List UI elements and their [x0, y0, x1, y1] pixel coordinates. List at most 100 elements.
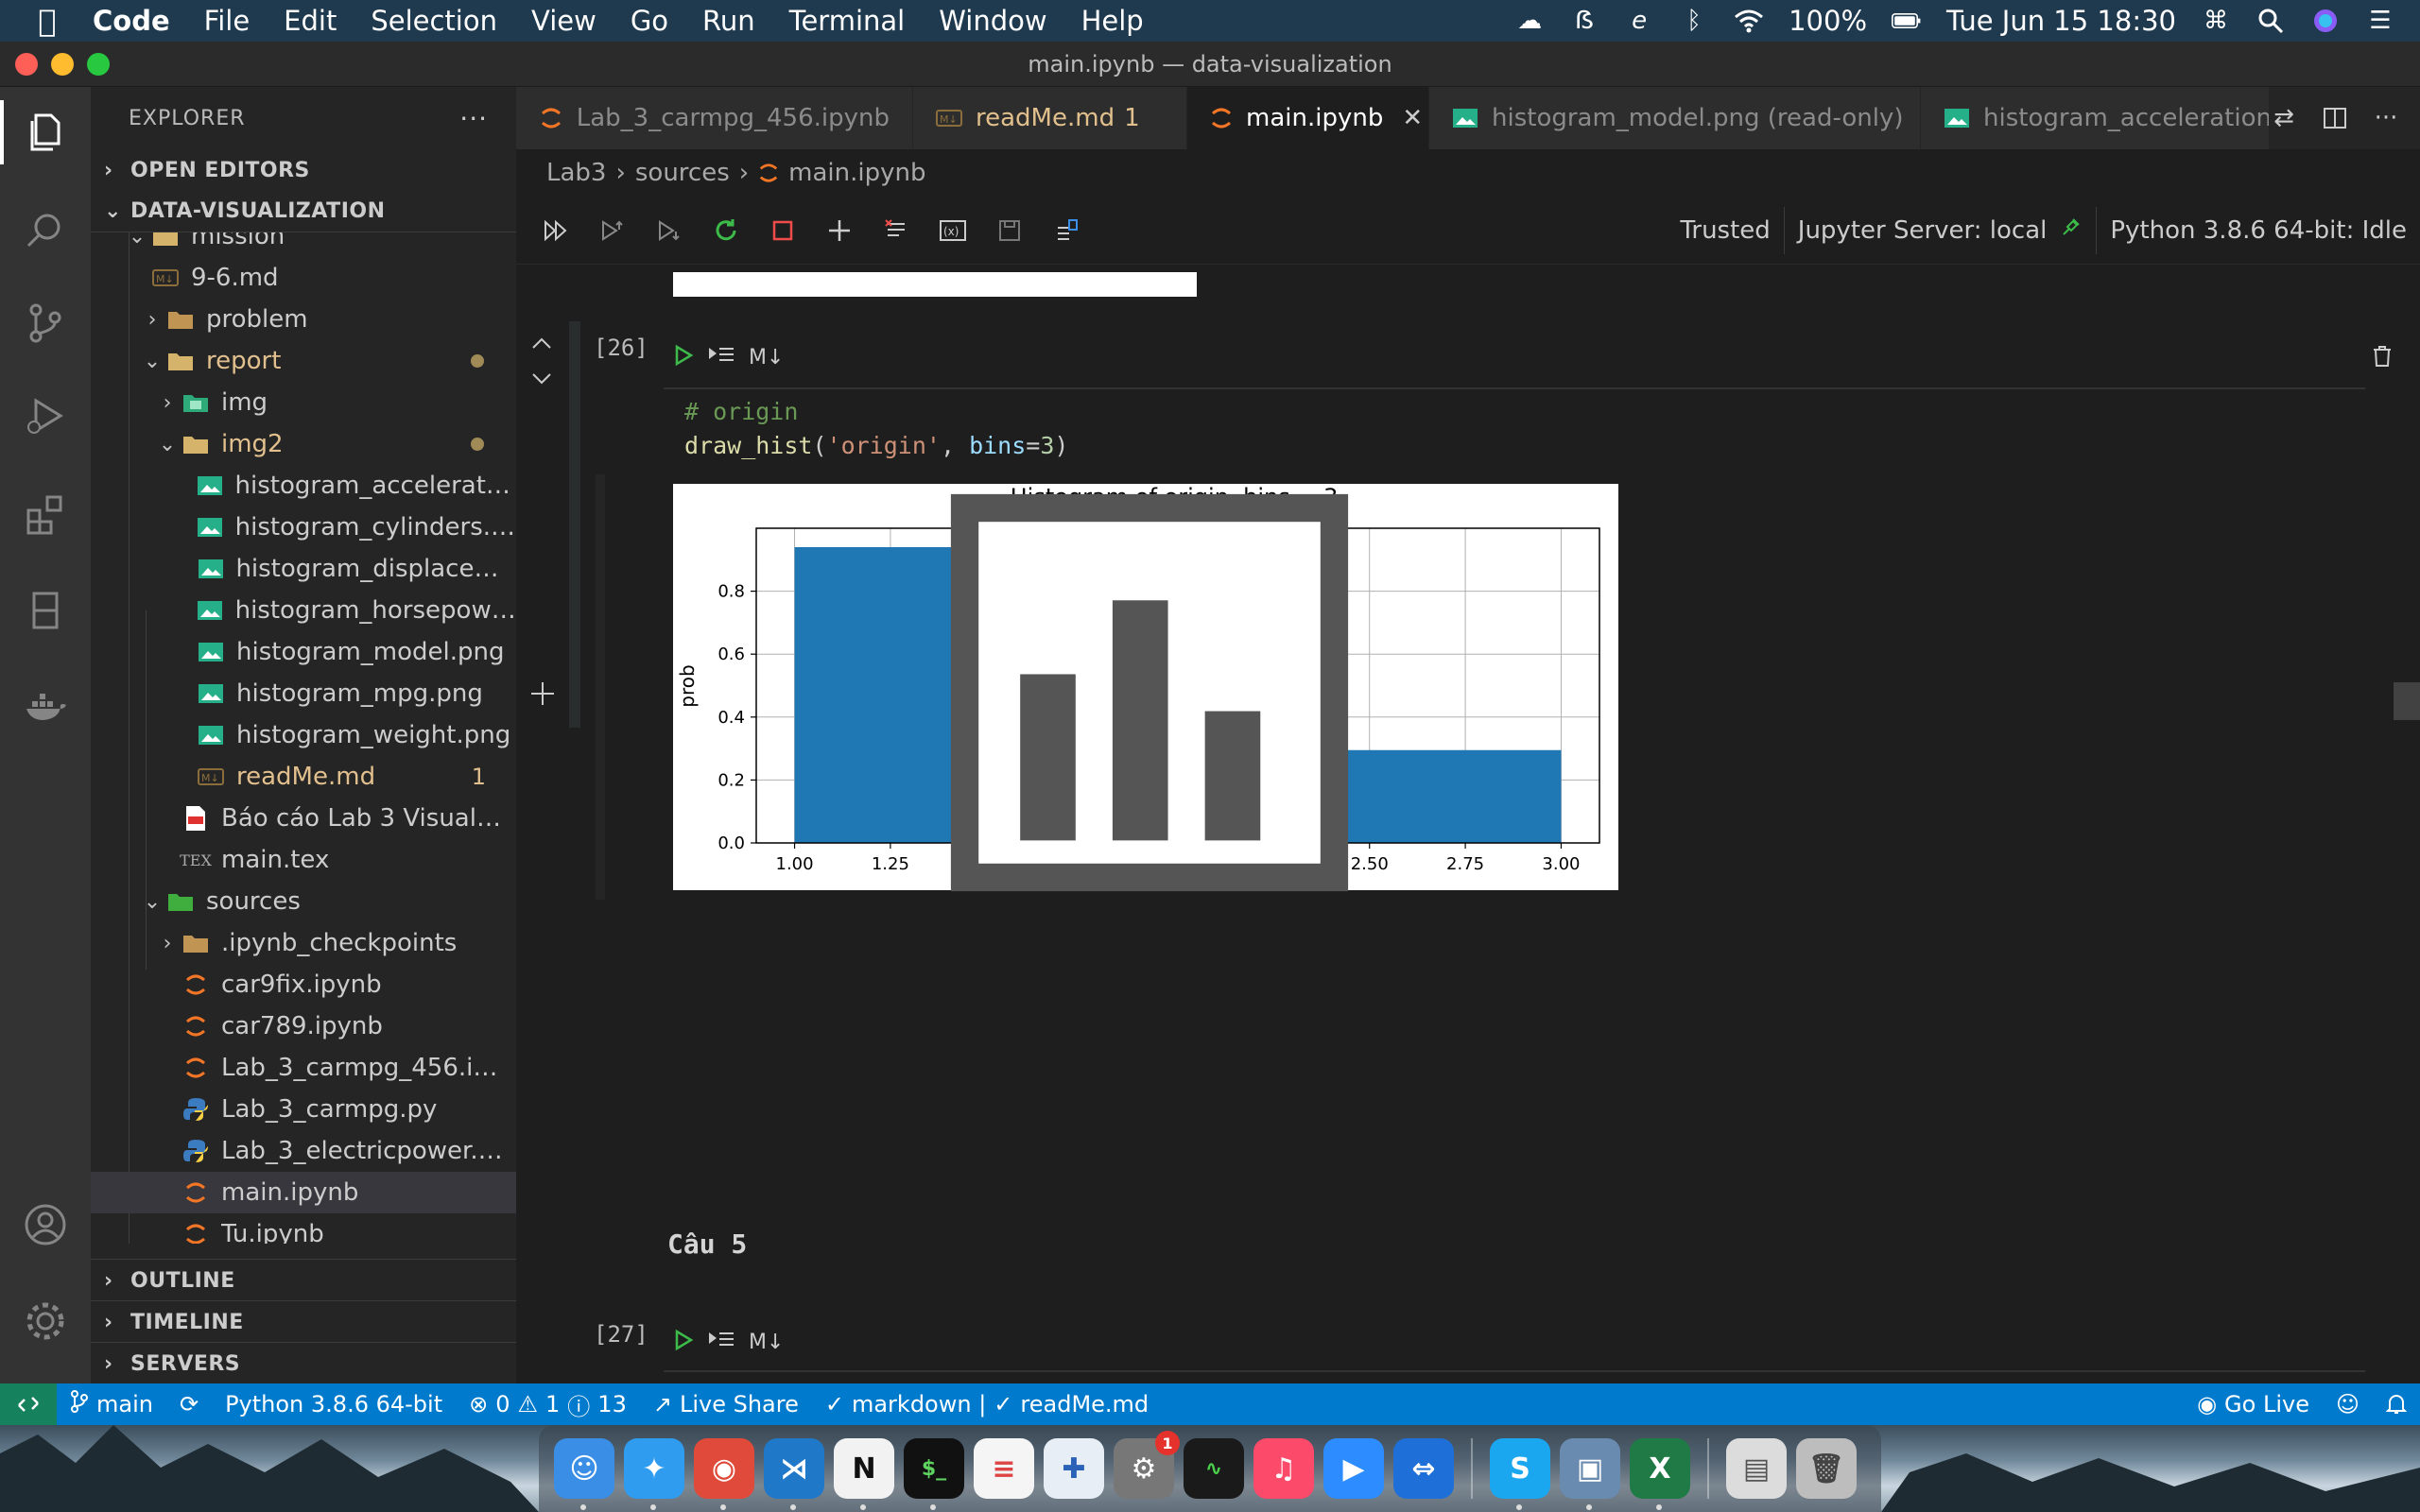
- remote-indicator-icon[interactable]: [0, 1383, 57, 1425]
- tree-folder-ipynb-checkpoints[interactable]: › .ipynb_checkpoints: [91, 922, 516, 964]
- tree-folder-report[interactable]: ⌄ report: [91, 340, 516, 382]
- tree-file-lab3-electricpower-py[interactable]: Lab_3_electricpower.py: [91, 1130, 516, 1172]
- tree-folder-problem[interactable]: › problem: [91, 299, 516, 340]
- tree-folder-sources[interactable]: ⌄ sources: [91, 881, 516, 922]
- source-control-icon[interactable]: [23, 301, 68, 346]
- tree-file-bao-cao-pdf[interactable]: Báo cáo Lab 3 Visualiz...: [91, 798, 516, 839]
- add-cell-below-icon[interactable]: [529, 680, 556, 711]
- apple-icon[interactable]: : [19, 3, 76, 39]
- dock-excel-icon[interactable]: X: [1630, 1438, 1690, 1510]
- move-cell-up-icon[interactable]: [529, 335, 554, 355]
- tree-file-main-ipynb[interactable]: main.ipynb: [91, 1172, 516, 1213]
- dock-notion-icon[interactable]: N: [834, 1438, 894, 1510]
- dock-terminal-icon[interactable]: $_: [904, 1438, 964, 1510]
- dock-vscode-icon[interactable]: ⋊: [764, 1438, 824, 1510]
- workspace-section[interactable]: ⌄ DATA-VISUALIZATION: [91, 191, 516, 232]
- jupyter-server-status[interactable]: Jupyter Server: local: [1783, 206, 2097, 254]
- bluetooth-icon[interactable]: ᛒ: [1679, 7, 1709, 35]
- breadcrumb-item-lab3[interactable]: Lab3: [546, 159, 606, 187]
- dock-safari-icon[interactable]: ✦: [624, 1438, 684, 1510]
- tab-lab3-carmpg-456[interactable]: Lab_3_carmpg_456.ipynb: [516, 87, 913, 149]
- markdown-heading-cau-5[interactable]: Câu 5: [667, 1228, 747, 1260]
- problems-summary[interactable]: ⊗ 0 ⚠ 1 ⓘ 13: [456, 1388, 640, 1421]
- tree-file-histogram-model[interactable]: histogram_model.png: [91, 631, 516, 673]
- run-cell-icon[interactable]: [673, 344, 694, 370]
- tree-file-lab3-carmpg-py[interactable]: Lab_3_carmpg.py: [91, 1089, 516, 1130]
- dock-activity-monitor-icon[interactable]: ∿: [1184, 1438, 1244, 1499]
- search-icon[interactable]: [23, 208, 68, 253]
- restart-kernel-icon[interactable]: [698, 202, 754, 259]
- dock-zoom-icon[interactable]: ▶: [1323, 1438, 1384, 1499]
- vertical-scrollbar-thumb[interactable]: [2394, 682, 2420, 720]
- open-editors-section[interactable]: › OPEN EDITORS: [91, 149, 516, 191]
- dock-preview-icon[interactable]: ▣: [1560, 1438, 1620, 1510]
- add-cell-icon[interactable]: [811, 202, 868, 259]
- save-icon[interactable]: [981, 202, 1038, 259]
- notebook-outline-icon[interactable]: [23, 588, 68, 633]
- tree-file-histogram-horsepower[interactable]: histogram_horsepowe...: [91, 590, 516, 631]
- menu-run[interactable]: Run: [685, 5, 772, 37]
- notifications-bell-icon[interactable]: [2373, 1393, 2420, 1416]
- dock-reminders-icon[interactable]: ≡: [974, 1438, 1034, 1499]
- menu-go[interactable]: Go: [614, 5, 685, 37]
- tree-folder-img2[interactable]: ⌄ img2: [91, 423, 516, 465]
- dock-documents-folder-icon[interactable]: ▤: [1726, 1438, 1787, 1499]
- tab-histogram-model-png[interactable]: histogram_model.png (read-only): [1429, 87, 1921, 149]
- menu-selection[interactable]: Selection: [354, 5, 514, 37]
- more-actions-icon[interactable]: ···: [459, 103, 488, 134]
- cloud-icon[interactable]: ☁: [1514, 7, 1545, 35]
- run-below-icon[interactable]: [641, 202, 698, 259]
- tree-file-histogram-acceleration[interactable]: histogram_acceleratio...: [91, 465, 516, 507]
- plot-viewer-icon[interactable]: [677, 490, 1622, 900]
- tree-file-car9fix[interactable]: car9fix.ipynb: [91, 964, 516, 1005]
- tree-file-histogram-weight[interactable]: histogram_weight.png: [91, 714, 516, 756]
- run-by-line-icon[interactable]: [707, 1329, 735, 1355]
- menu-help[interactable]: Help: [1064, 5, 1161, 37]
- run-by-line-icon[interactable]: [707, 344, 735, 370]
- menu-terminal[interactable]: Terminal: [772, 5, 923, 37]
- docker-icon[interactable]: [23, 686, 68, 731]
- delete-cell-icon[interactable]: [2371, 344, 2394, 372]
- toggle-markdown-button[interactable]: M↓: [749, 1331, 784, 1354]
- timeline-section[interactable]: › TIMELINE: [91, 1300, 516, 1343]
- markdownlint-status[interactable]: ✓ markdown | ✓ readMe.md: [812, 1391, 1162, 1418]
- menu-window[interactable]: Window: [922, 5, 1063, 37]
- wifi-icon[interactable]: [1734, 9, 1764, 33]
- extensions-icon[interactable]: [23, 491, 68, 537]
- clear-outputs-icon[interactable]: [868, 202, 925, 259]
- tree-file-9-6-md[interactable]: M↓ 9-6.md: [91, 257, 516, 299]
- edge-icon[interactable]: e: [1624, 7, 1654, 35]
- feedback-icon[interactable]: ☺: [2323, 1391, 2373, 1418]
- python-interpreter[interactable]: Python 3.8.6 64-bit: [212, 1391, 456, 1418]
- menu-edit[interactable]: Edit: [267, 5, 354, 37]
- accounts-icon[interactable]: [23, 1202, 68, 1247]
- control-center-icon[interactable]: ☰: [2365, 7, 2395, 35]
- menu-clock[interactable]: Tue Jun 15 18:30: [1946, 5, 2176, 37]
- kernel-status[interactable]: Python 3.8.6 64-bit: Idle: [2096, 206, 2420, 254]
- variables-icon[interactable]: (x): [925, 202, 981, 259]
- tree-file-readme-md[interactable]: M↓ readMe.md 1: [91, 756, 516, 798]
- dock-chrome-icon[interactable]: ◉: [694, 1438, 754, 1510]
- export-icon[interactable]: [1038, 202, 1095, 259]
- dock-finder-icon[interactable]: ☺: [554, 1438, 614, 1510]
- tab-readme-md[interactable]: M↓ readMe.md 1: [913, 87, 1187, 149]
- tree-file-histogram-mpg[interactable]: histogram_mpg.png: [91, 673, 516, 714]
- close-tab-icon[interactable]: ✕: [1402, 104, 1423, 132]
- split-editor-icon[interactable]: [2320, 106, 2350, 130]
- menu-app-name[interactable]: Code: [76, 5, 187, 37]
- trusted-indicator[interactable]: Trusted: [1667, 207, 1783, 254]
- go-live-button[interactable]: ◉ Go Live: [2184, 1391, 2323, 1418]
- dock-music-icon[interactable]: ♫: [1253, 1438, 1314, 1499]
- settings-gear-icon[interactable]: [23, 1298, 68, 1344]
- tree-file-lab3-carmpg-456[interactable]: Lab_3_carmpg_456.ipy...: [91, 1047, 516, 1089]
- tree-file-tu-ipynb[interactable]: Tu.ipynb: [91, 1213, 516, 1244]
- notebook-editor[interactable]: [26] M↓ # origin draw_hist('origin', bin…: [516, 265, 2420, 1383]
- live-share-button[interactable]: ↗ Live Share: [640, 1391, 812, 1418]
- git-branch[interactable]: main: [57, 1390, 166, 1418]
- tree-file-histogram-displacement[interactable]: histogram_displacem...: [91, 548, 516, 590]
- breadcrumb-item-sources[interactable]: sources: [635, 159, 730, 187]
- interrupt-kernel-icon[interactable]: [754, 202, 811, 259]
- explorer-icon[interactable]: [0, 100, 68, 164]
- tree-file-main-tex[interactable]: TEX main.tex: [91, 839, 516, 881]
- dock-trash-icon[interactable]: 🗑: [1796, 1438, 1857, 1499]
